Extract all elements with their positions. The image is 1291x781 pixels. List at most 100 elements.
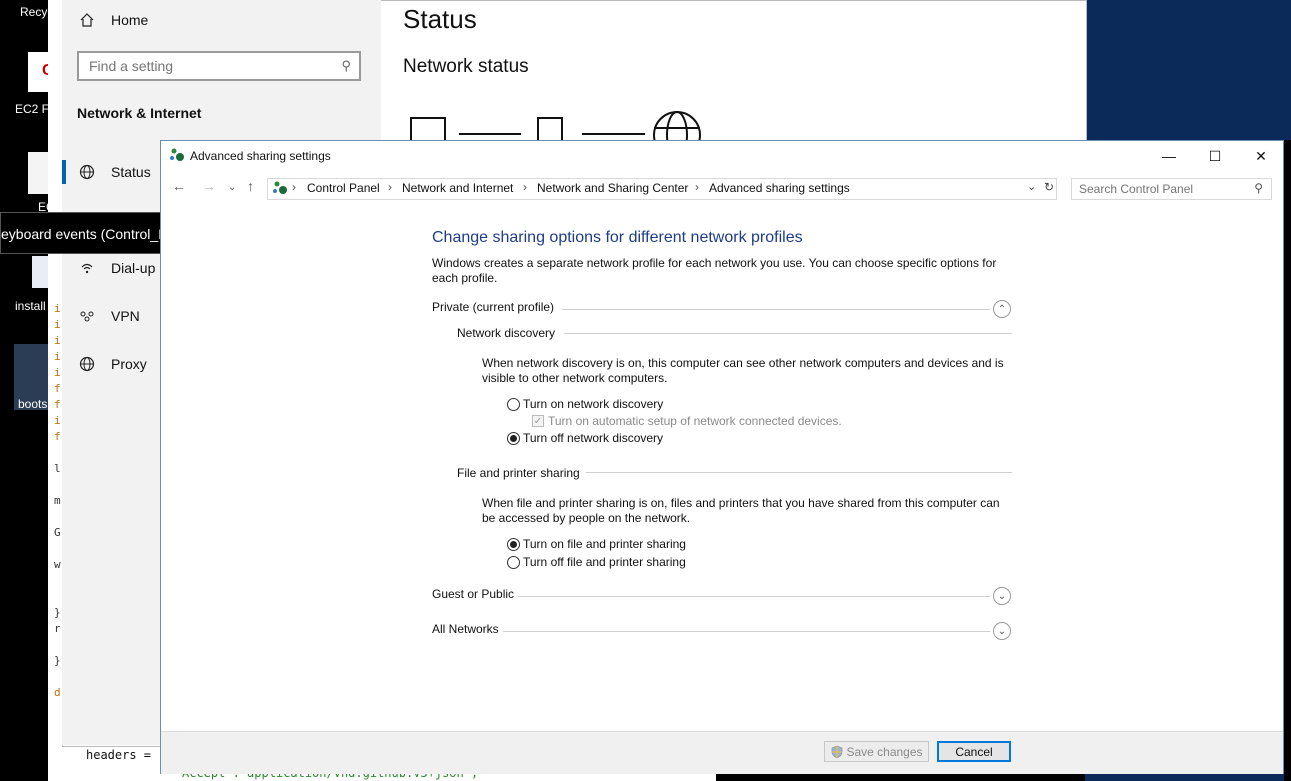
network-discovery-title: Network discovery <box>457 326 556 340</box>
nav-label-dialup: Dial-up <box>111 260 156 276</box>
back-arrow-icon[interactable]: ← <box>172 178 186 194</box>
editor-line: i <box>54 350 61 363</box>
auto-setup-checkbox[interactable]: ✓ <box>532 415 544 427</box>
editor-line: i <box>54 318 61 331</box>
vpn-icon <box>77 306 97 326</box>
save-changes-button[interactable]: Save changes <box>824 741 929 762</box>
home-icon <box>77 10 97 30</box>
editor-line: f <box>54 382 61 395</box>
desktop-edge <box>1284 140 1291 781</box>
page-heading: Change sharing options for different net… <box>432 229 803 246</box>
editor-line: } <box>54 654 61 667</box>
editor-line: i <box>54 414 61 427</box>
page-title: Status <box>403 4 477 34</box>
profile-private-label[interactable]: Private (current profile) <box>432 300 554 314</box>
home-label: Home <box>111 12 149 28</box>
editor-line: i <box>54 302 61 315</box>
radio-file-sharing-off[interactable] <box>507 556 520 569</box>
nav-item-proxy[interactable]: Proxy <box>77 354 147 374</box>
network-diagram <box>410 111 701 140</box>
divider <box>503 631 990 632</box>
radio-label[interactable]: Turn on network discovery <box>523 397 663 411</box>
nav-label-proxy: Proxy <box>111 356 147 372</box>
checkbox-label[interactable]: Turn on automatic setup of network conne… <box>548 414 842 428</box>
nav-label-vpn: VPN <box>111 308 140 324</box>
editor-line: l <box>54 462 61 475</box>
breadcrumb-separator-icon: › <box>388 180 392 194</box>
radio-label[interactable]: Turn off network discovery <box>523 431 663 445</box>
control-panel-search[interactable]: ⚲ <box>1071 178 1272 200</box>
breadcrumb-separator-icon: › <box>695 180 699 194</box>
window-title: Advanced sharing settings <box>190 149 331 163</box>
desktop-icon-install-label[interactable]: install <box>15 299 46 313</box>
file-sharing-description: When file and printer sharing is on, fil… <box>482 496 1000 525</box>
expand-chevron-icon[interactable]: ⌄ <box>993 587 1011 605</box>
breadcrumb-sharing-center[interactable]: Network and Sharing Center <box>537 181 688 195</box>
find-setting-input[interactable] <box>79 53 339 79</box>
editor-line: f <box>54 430 61 443</box>
network-center-icon <box>170 148 184 161</box>
editor-line: i <box>54 334 61 347</box>
find-setting-search[interactable]: ⚲ <box>77 51 361 81</box>
chevron-down-icon[interactable]: ⌄ <box>1027 180 1036 193</box>
search-icon: ⚲ <box>1254 181 1263 195</box>
minimize-button[interactable]: — <box>1146 141 1192 171</box>
editor-line: } <box>54 606 61 619</box>
network-status-heading: Network status <box>403 56 529 77</box>
nav-label-status: Status <box>111 164 151 180</box>
section-title: Network & Internet <box>77 105 202 121</box>
shortcut-icon[interactable]: C <box>28 52 54 92</box>
radio-label[interactable]: Turn on file and printer sharing <box>523 537 686 551</box>
keyboard-tooltip: eyboard events (Control_R) <box>0 212 187 254</box>
radio-label[interactable]: Turn off file and printer sharing <box>523 555 686 569</box>
up-arrow-icon[interactable]: ↑ <box>247 178 254 194</box>
file-sharing-title: File and printer sharing <box>457 466 580 480</box>
radio-network-discovery-on[interactable] <box>507 398 520 411</box>
recent-locations-chevron-icon[interactable]: ⌄ <box>228 182 236 193</box>
home-button[interactable]: Home <box>77 10 148 30</box>
profile-all-networks-label[interactable]: All Networks <box>432 622 499 636</box>
breadcrumb-control-panel[interactable]: Control Panel <box>307 181 380 195</box>
forward-arrow-icon[interactable]: → <box>202 178 216 194</box>
editor-line: m <box>54 494 61 507</box>
collapse-chevron-icon[interactable]: ⌃ <box>993 300 1011 318</box>
network-discovery-description: When network discovery is on, this compu… <box>482 356 1004 385</box>
desktop-icon-boots-label[interactable]: boots <box>18 397 47 411</box>
control-panel-search-input[interactable] <box>1072 179 1256 199</box>
globe-icon <box>77 354 97 374</box>
editor-line: w <box>54 558 61 571</box>
radio-network-discovery-off[interactable] <box>507 432 520 445</box>
divider <box>518 596 990 597</box>
editor-code-line: headers = <box>86 748 152 762</box>
selected-indicator <box>62 160 66 184</box>
shortcut-icon[interactable] <box>28 152 50 194</box>
close-button[interactable]: ✕ <box>1238 141 1284 171</box>
network-center-icon <box>273 181 287 194</box>
dialog-footer <box>161 731 1283 774</box>
editor-line: f <box>54 398 61 411</box>
maximize-button[interactable]: ☐ <box>1192 141 1238 171</box>
breadcrumb-separator-icon: › <box>523 180 527 194</box>
editor-line: G <box>54 526 61 539</box>
dialup-icon <box>77 258 97 278</box>
radio-file-sharing-on[interactable] <box>507 538 520 551</box>
globe-icon <box>77 162 97 182</box>
nav-item-vpn[interactable]: VPN <box>77 306 140 326</box>
search-icon: ⚲ <box>341 58 351 73</box>
shield-icon <box>832 745 843 758</box>
intro-text: Windows creates a separate network profi… <box>432 256 997 285</box>
nav-item-status[interactable]: Status <box>77 162 151 182</box>
expand-chevron-icon[interactable]: ⌄ <box>993 622 1011 640</box>
editor-line: r <box>54 622 61 635</box>
divider <box>564 333 1012 334</box>
cancel-button[interactable]: Cancel <box>937 741 1011 762</box>
save-changes-label: Save changes <box>846 744 923 759</box>
nav-item-dialup[interactable]: Dial-up <box>77 258 155 278</box>
breadcrumb-network-internet[interactable]: Network and Internet <box>402 181 513 195</box>
refresh-icon[interactable]: ↻ <box>1044 180 1054 194</box>
breadcrumb-advanced-sharing[interactable]: Advanced sharing settings <box>709 181 850 195</box>
editor-line: d <box>54 686 61 699</box>
editor-line: i <box>54 366 61 379</box>
divider <box>586 472 1012 473</box>
profile-guest-label[interactable]: Guest or Public <box>432 587 514 601</box>
